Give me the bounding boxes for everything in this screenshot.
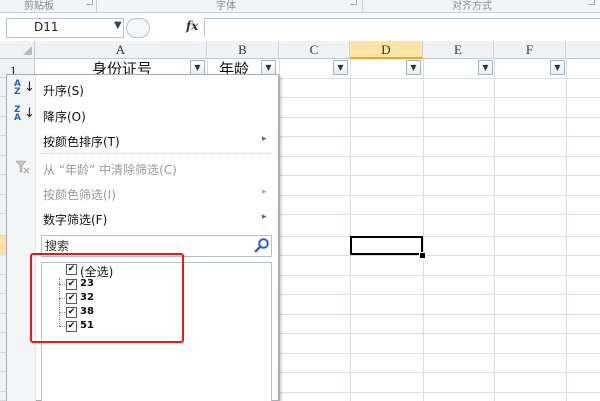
font-launcher-icon[interactable] bbox=[350, 0, 357, 5]
ribbon-group-font[interactable]: 字体 bbox=[216, 0, 236, 12]
search-icon[interactable] bbox=[254, 237, 270, 253]
sort-ascending-icon: AZ bbox=[14, 79, 21, 97]
gridline bbox=[566, 59, 567, 401]
sort-arrow-icon: ↓ bbox=[24, 106, 35, 121]
filter-dropdown-icon[interactable]: ▼ bbox=[478, 60, 493, 75]
ribbon-group-alignment[interactable]: 对齐方式 bbox=[452, 0, 492, 12]
filter-dropdown-icon[interactable]: ▼ bbox=[550, 60, 565, 75]
select-all-triangle-icon bbox=[23, 46, 32, 55]
column-header-c[interactable]: C bbox=[279, 41, 350, 59]
formula-input[interactable] bbox=[204, 18, 600, 37]
ribbon-strip: 剪贴板 字体 对齐方式 bbox=[0, 0, 600, 13]
filter-dropdown-icon[interactable]: ▼ bbox=[261, 60, 276, 75]
insert-function-button[interactable]: fx bbox=[186, 19, 198, 33]
ribbon-group-clipboard[interactable]: 剪贴板 bbox=[24, 0, 54, 12]
menu-item-clear-filter[interactable]: 从 “年龄” 中清除筛选(C) bbox=[43, 161, 177, 178]
menu-item-sort-descending[interactable]: 降序(O) bbox=[43, 108, 86, 125]
column-header-b[interactable]: B bbox=[207, 41, 279, 59]
filter-search-placeholder: 搜索 bbox=[45, 239, 70, 253]
submenu-arrow-icon: ▸ bbox=[262, 187, 267, 197]
clipboard-launcher-icon[interactable] bbox=[86, 0, 93, 5]
chevron-down-icon[interactable]: ▼ bbox=[114, 20, 122, 31]
column-header-next[interactable] bbox=[566, 41, 600, 59]
column-header-d[interactable]: D bbox=[350, 41, 423, 59]
formula-bar-resize-handle[interactable] bbox=[126, 18, 150, 38]
filter-dropdown-icon[interactable]: ▼ bbox=[406, 60, 421, 75]
gridline bbox=[350, 59, 351, 401]
gridline bbox=[279, 59, 280, 401]
column-header-a[interactable]: A bbox=[35, 41, 207, 59]
highlight-annotation-box bbox=[30, 253, 184, 343]
column-header-e[interactable]: E bbox=[423, 41, 494, 59]
sort-arrow-icon: ↓ bbox=[24, 80, 35, 95]
menu-item-number-filter[interactable]: 数字筛选(F) bbox=[43, 211, 107, 228]
filter-clear-icon bbox=[15, 160, 30, 174]
column-header-f[interactable]: F bbox=[494, 41, 566, 59]
submenu-arrow-icon: ▸ bbox=[262, 212, 267, 222]
menu-icon-column bbox=[7, 75, 36, 401]
menu-item-sort-ascending[interactable]: 升序(S) bbox=[43, 82, 84, 99]
filter-dropdown-icon[interactable]: ▼ bbox=[190, 60, 205, 75]
menu-separator bbox=[40, 153, 272, 154]
name-box[interactable] bbox=[6, 18, 124, 38]
gridline bbox=[423, 59, 424, 401]
ribbon-separator bbox=[362, 0, 363, 12]
filter-dropdown-icon[interactable]: ▼ bbox=[333, 60, 348, 75]
menu-item-sort-by-color[interactable]: 按颜色排序(T) bbox=[43, 133, 120, 150]
alignment-launcher-icon[interactable] bbox=[588, 0, 595, 5]
ribbon-separator bbox=[96, 0, 97, 12]
active-cell[interactable] bbox=[350, 236, 423, 255]
submenu-arrow-icon: ▸ bbox=[262, 134, 267, 144]
fill-handle[interactable] bbox=[419, 252, 426, 259]
menu-item-filter-by-color[interactable]: 按颜色筛选(I) bbox=[43, 186, 116, 203]
gridline bbox=[494, 59, 495, 401]
sort-descending-icon: ZA bbox=[14, 105, 21, 123]
name-box-value[interactable]: D11 bbox=[34, 20, 59, 34]
